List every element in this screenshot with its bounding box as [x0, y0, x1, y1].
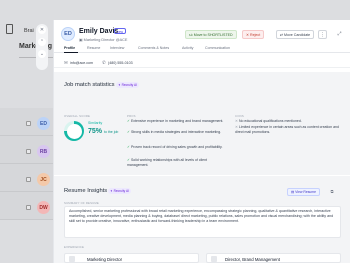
similarity-label: Similarity — [88, 121, 103, 125]
check-icon: ✓ — [127, 158, 130, 162]
x-icon: ✕ — [235, 125, 238, 129]
experience-card[interactable]: Marketing Director — [64, 253, 199, 263]
more-options-icon[interactable]: ⋮ — [318, 30, 327, 39]
pro-item: ✓Strong skills in media strategies and i… — [127, 130, 222, 134]
x-icon: ✕ — [235, 119, 238, 123]
job-match-section: Job match statistics ✦ Recruity AI OVERA… — [54, 72, 350, 175]
con-item: ✕Limited experience in certain areas suc… — [235, 125, 339, 134]
avatar: DW — [37, 201, 50, 214]
copy-icon[interactable]: ⧉ — [328, 188, 336, 196]
candidate-avatar: ED — [61, 27, 75, 41]
row-checkbox[interactable] — [26, 149, 31, 154]
reject-button[interactable]: ✕ Reject — [242, 30, 265, 39]
pro-item: ✓Proven track record of driving sales gr… — [127, 145, 223, 149]
experience-label: EXPERIENCE — [64, 245, 85, 249]
resume-insights-title: Resume Insights — [64, 188, 108, 194]
avatar: RB — [37, 145, 50, 158]
summary-label: SUMMARY OF RESUME — [64, 201, 99, 205]
check-icon: ✓ — [127, 145, 130, 149]
previous-candidate-button[interactable]: ⌃ — [38, 38, 46, 46]
candidate-header: ED Emily Davis new ▣ Marketing Director … — [54, 20, 350, 62]
status-badge: new — [114, 28, 127, 34]
resume-insights-section: Resume Insights ✦ Recruity AI ▤ View Res… — [54, 176, 350, 263]
tab-resume[interactable]: Resume — [87, 46, 100, 50]
candidate-drawer: ED Emily Davis new ▣ Marketing Director … — [53, 20, 350, 263]
tab-interview[interactable]: Interview — [110, 46, 124, 50]
con-item: ✕No educational qualifications mentioned… — [235, 119, 302, 123]
candidate-role: ▣ Marketing Director @ACE — [79, 38, 128, 42]
row-checkbox[interactable] — [26, 121, 31, 126]
tab-communication[interactable]: Communication — [205, 46, 230, 50]
row-checkbox[interactable] — [26, 205, 31, 210]
experience-card[interactable]: Director, Brand Management — [206, 253, 341, 263]
drawer-controls: ✕ ⌃ ⌄ — [36, 24, 48, 70]
tab-activity[interactable]: Activity — [182, 46, 193, 50]
background-title: Brai — [24, 28, 34, 34]
pros-label: PROS — [127, 114, 136, 118]
mail-icon: ✉ — [64, 60, 68, 65]
phone-link[interactable]: (480) 555-0103 — [108, 61, 133, 65]
avatar: JC — [37, 173, 50, 186]
job-match-title: Job match statistics — [64, 82, 115, 88]
contact-bar: ✉ info@ace.com ✆ (480) 555-0103 — [54, 59, 350, 68]
pro-item: ✓Extensive experience in marketing and b… — [127, 119, 224, 123]
app-logo-icon — [6, 24, 13, 34]
company-icon — [211, 256, 217, 262]
tab-profile[interactable]: Profile — [64, 46, 75, 50]
view-resume-button[interactable]: ▤ View Resume — [287, 188, 321, 196]
check-icon: ✓ — [127, 119, 130, 123]
avatar: ED — [37, 117, 50, 130]
close-drawer-button[interactable]: ✕ — [38, 26, 46, 34]
recruity-ai-badge: ✦ Recruity AI — [116, 82, 139, 88]
cons-label: CONS — [235, 114, 244, 118]
check-icon: ✓ — [127, 130, 130, 134]
experience-title: Marketing Director — [87, 257, 123, 262]
active-tab-indicator — [64, 52, 78, 53]
email-link[interactable]: info@ace.com — [70, 61, 93, 65]
recruity-ai-badge: ✦ Recruity AI — [108, 188, 131, 194]
row-checkbox[interactable] — [26, 177, 31, 182]
experience-title: Director, Brand Management — [225, 257, 280, 262]
move-to-shortlisted-button[interactable]: 👍︎ Move to SHORTLISTED — [185, 30, 237, 39]
company-icon — [69, 256, 75, 262]
candidate-name: Emily Davis — [79, 28, 119, 35]
expand-icon[interactable]: ⤢ — [335, 30, 344, 39]
resume-summary: Accomplished, senior marketing professio… — [64, 206, 341, 238]
tab-comments-notes[interactable]: Comments & Notes — [138, 46, 169, 50]
move-candidate-button[interactable]: ⇄ Move Candidate — [276, 30, 315, 39]
overall-score-label: OVERALL SCORE — [64, 114, 91, 118]
similarity-ring — [64, 121, 84, 141]
pro-item: ✓Solid working relationships with all le… — [127, 158, 208, 167]
similarity-score: 75% to the job — [88, 128, 119, 135]
phone-icon: ✆ — [102, 60, 106, 65]
drawer-tabs: Profile Resume Interview Comments & Note… — [54, 44, 350, 53]
next-candidate-button[interactable]: ⌄ — [38, 50, 46, 58]
